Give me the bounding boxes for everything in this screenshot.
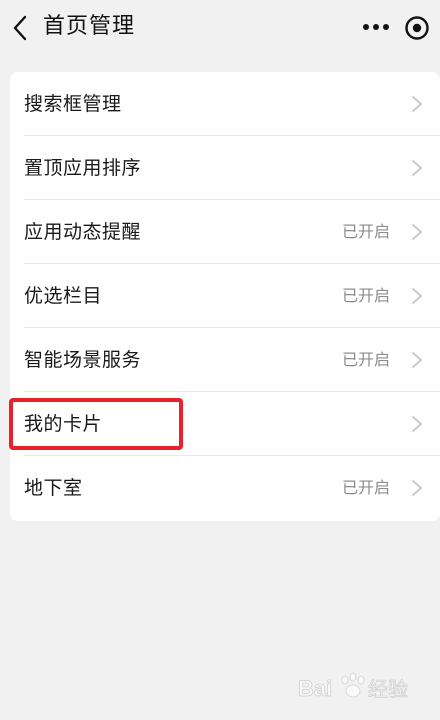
chevron-right-icon <box>412 160 422 176</box>
list-item-basement[interactable]: 地下室 已开启 <box>10 456 440 520</box>
list-item-label: 置顶应用排序 <box>24 157 142 179</box>
more-dot <box>383 24 389 30</box>
page-title: 首页管理 <box>43 14 136 39</box>
status-text: 已开启 <box>342 286 391 305</box>
list-item-search-box[interactable]: 搜索框管理 <box>10 72 440 136</box>
settings-list-card: 搜索框管理 置顶应用排序 应用动态提醒 已开启 优选栏目 已开启 智能场景服务 … <box>10 72 440 521</box>
svg-text:经验: 经验 <box>368 677 408 701</box>
status-text: 已开启 <box>342 350 391 369</box>
list-item-smart-scenes[interactable]: 智能场景服务 已开启 <box>10 328 440 392</box>
chevron-right-icon <box>412 96 422 112</box>
status-text: 已开启 <box>342 222 391 241</box>
top-nav-bar: 首页管理 <box>0 0 440 58</box>
list-item-label: 智能场景服务 <box>24 349 142 371</box>
chevron-right-icon <box>412 352 422 368</box>
chevron-right-icon <box>412 288 422 304</box>
chevron-right-icon <box>412 224 422 240</box>
chevron-right-icon <box>412 480 422 496</box>
chevron-right-icon <box>412 416 422 432</box>
list-item-app-updates[interactable]: 应用动态提醒 已开启 <box>10 200 440 264</box>
list-item-my-cards[interactable]: 我的卡片 <box>10 392 440 456</box>
list-item-pinned-apps[interactable]: 置顶应用排序 <box>10 136 440 200</box>
back-button[interactable] <box>6 10 34 46</box>
baidu-jingyan-watermark: Bai 经验 <box>298 672 408 701</box>
target-circle-icon <box>405 16 429 40</box>
list-item-label: 我的卡片 <box>24 413 103 435</box>
home-management-page: 首页管理 搜索框管理 置顶应用排序 应用动态提醒 已开启 优选栏目 已开启 智能… <box>0 0 440 720</box>
svg-text:Bai: Bai <box>298 676 332 701</box>
list-item-featured-section[interactable]: 优选栏目 已开启 <box>10 264 440 328</box>
list-item-label: 应用动态提醒 <box>24 221 142 243</box>
chevron-left-icon <box>13 15 27 41</box>
list-item-label: 地下室 <box>24 477 83 499</box>
close-miniprogram-button[interactable] <box>404 12 440 44</box>
more-dot <box>373 24 379 30</box>
more-dots-icon <box>363 24 369 30</box>
list-item-label: 优选栏目 <box>24 285 103 307</box>
status-text: 已开启 <box>342 478 391 497</box>
list-item-label: 搜索框管理 <box>24 93 122 115</box>
more-button[interactable] <box>358 12 394 42</box>
